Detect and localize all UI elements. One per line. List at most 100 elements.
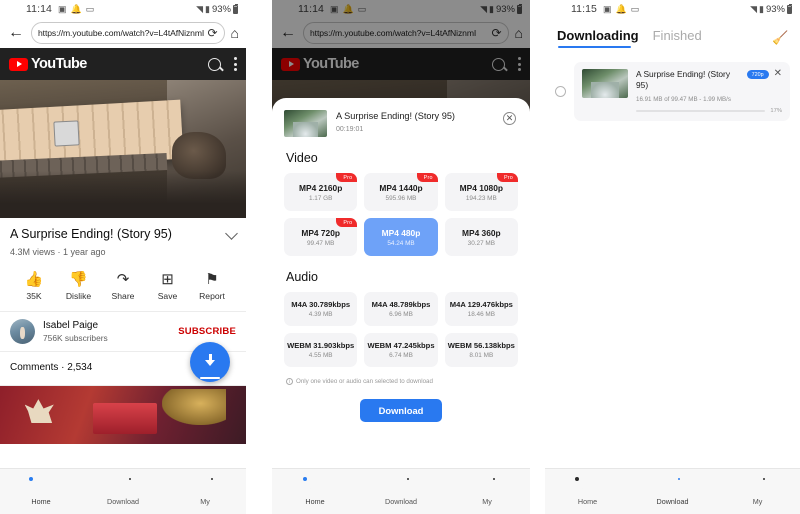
selection-note: i Only one video or audio can selected t…	[286, 378, 518, 385]
download-info: A Surprise Ending! (Story 95) 720p ✕ 16.…	[636, 69, 782, 114]
like-button[interactable]: 👍 35K	[14, 270, 54, 302]
thumbs-down-icon: 👎	[69, 270, 88, 288]
channel-name: Isabel Paige	[43, 320, 99, 331]
bottom-nav-bar: Home Download My	[272, 468, 530, 514]
subscribe-button[interactable]: SUBSCRIBE	[178, 326, 236, 337]
video-stats: 4.3M views · 1 year ago	[10, 247, 106, 257]
download-title: A Surprise Ending! (Story 95)	[636, 69, 731, 90]
save-button[interactable]: ⊞ Save	[148, 270, 188, 302]
signal-icon: ▮	[205, 3, 210, 14]
dislike-label: Dislike	[65, 291, 92, 301]
status-bar: 11:14 ▣ 🔔 ▭ ◥ ▮ 93%	[0, 0, 246, 18]
nav-label-my: My	[752, 497, 763, 506]
channel-info: Isabel Paige 756K subscribers	[43, 320, 108, 343]
audio-option[interactable]: WEBM 56.138kbps 8.01 MB	[444, 333, 518, 367]
status-left-icons: ▣ 🔔 ▭	[603, 3, 640, 14]
share-button[interactable]: ↷ Share	[103, 270, 143, 302]
message-icon: ▭	[85, 3, 95, 14]
video-option[interactable]: Pro MP4 1440p 595.96 MB	[364, 173, 438, 211]
option-size: 8.01 MB	[469, 352, 494, 359]
video-option-selected[interactable]: MP4 480p 54.24 MB	[364, 218, 438, 256]
video-options-grid: Pro MP4 2160p 1.17 GB Pro MP4 1440p 595.…	[284, 173, 518, 256]
profile-icon	[749, 477, 766, 494]
image-icon: ▣	[58, 3, 67, 14]
share-label: Share	[111, 291, 135, 301]
tab-finished[interactable]: Finished	[653, 28, 702, 48]
nav-item-my[interactable]: My	[175, 477, 235, 506]
note-text: Only one video or audio can selected to …	[296, 378, 433, 385]
video-option[interactable]: Pro MP4 2160p 1.17 GB	[284, 173, 358, 211]
report-button[interactable]: ⚑ Report	[192, 270, 232, 302]
search-icon[interactable]	[208, 57, 221, 71]
select-radio[interactable]	[555, 85, 566, 97]
option-size: 194.23 MB	[465, 194, 497, 202]
message-icon: ▭	[630, 3, 640, 14]
option-size: 1.17 GB	[308, 194, 333, 202]
close-icon[interactable]: ✕	[503, 112, 516, 125]
option-name: WEBM 47.245kbps	[367, 341, 435, 350]
sheet-video-title: A Surprise Ending! (Story 95)	[336, 111, 455, 121]
more-options-icon[interactable]	[234, 57, 237, 71]
dislike-button[interactable]: 👎 Dislike	[59, 270, 99, 302]
video-player[interactable]	[0, 80, 246, 218]
reload-icon[interactable]: ⟳	[207, 27, 217, 39]
related-video-thumbnail[interactable]	[0, 386, 246, 444]
video-actions-row: 👍 35K 👎 Dislike ↷ Share ⊞ Save ⚑ Report	[0, 261, 246, 312]
video-option[interactable]: Pro MP4 720p 99.47 MB	[284, 218, 358, 256]
download-bar-icon	[200, 376, 220, 379]
download-fab[interactable]	[190, 342, 230, 382]
download-arrow-icon	[203, 353, 218, 371]
sheet-video-duration: 00:19:01	[336, 126, 364, 134]
share-icon: ↷	[116, 270, 130, 288]
video-option[interactable]: MP4 360p 30.27 MB	[444, 218, 518, 256]
audio-option[interactable]: M4A 48.789kbps 6.96 MB	[364, 292, 438, 326]
tab-downloading[interactable]: Downloading	[557, 28, 639, 48]
back-icon[interactable]: ←	[7, 25, 25, 41]
nav-item-download[interactable]: Download	[93, 477, 153, 506]
video-option[interactable]: Pro MP4 1080p 194.23 MB	[444, 173, 518, 211]
url-input[interactable]: https://m.youtube.com/watch?v=L4tAfNiznm…	[31, 22, 225, 44]
nav-item-home[interactable]: Home	[285, 477, 345, 506]
channel-subscribers: 756K subscribers	[43, 333, 108, 343]
close-icon[interactable]: ✕	[774, 69, 782, 79]
home-icon	[307, 477, 324, 494]
audio-option[interactable]: M4A 129.476kbps 18.46 MB	[444, 292, 518, 326]
status-right-icons: ◥ ▮ 93%	[196, 3, 238, 15]
nav-label-download: Download	[385, 497, 417, 506]
save-label: Save	[157, 291, 178, 301]
nav-item-download[interactable]: Download	[643, 477, 703, 506]
youtube-logo[interactable]: YouTube	[9, 56, 87, 72]
chevron-down-icon[interactable]	[225, 227, 238, 240]
audio-option[interactable]: WEBM 31.903kbps 4.55 MB	[284, 333, 358, 367]
like-count: 35K	[26, 291, 42, 301]
downloads-header: Downloading Finished 🧹	[545, 18, 800, 54]
nav-item-my[interactable]: My	[728, 477, 788, 506]
status-time: 11:14	[26, 3, 52, 15]
youtube-brand: YouTube	[31, 56, 87, 72]
video-shadow	[0, 171, 246, 218]
option-size: 99.47 MB	[306, 239, 335, 247]
option-size: 30.27 MB	[467, 239, 495, 247]
video-title-row[interactable]: A Surprise Ending! (Story 95)	[10, 227, 238, 242]
download-card[interactable]: A Surprise Ending! (Story 95) 720p ✕ 16.…	[574, 62, 790, 121]
nav-item-home[interactable]: Home	[558, 477, 618, 506]
home-icon[interactable]: ⌂	[231, 26, 239, 40]
audio-option[interactable]: WEBM 47.245kbps 6.74 MB	[364, 333, 438, 367]
nav-item-home[interactable]: Home	[11, 477, 71, 506]
download-button[interactable]: Download	[360, 399, 442, 422]
download-icon	[393, 477, 410, 494]
clear-icon[interactable]: 🧹	[772, 30, 788, 46]
avatar	[10, 319, 35, 344]
download-stats: 16.91 MB of 99.47 MB - 1.99 MB/s	[636, 95, 731, 103]
nav-label-home: Home	[577, 497, 598, 506]
bottom-nav-bar: Home Download My	[545, 468, 800, 514]
nav-item-download[interactable]: Download	[371, 477, 431, 506]
audio-option[interactable]: M4A 30.789kbps 4.39 MB	[284, 292, 358, 326]
option-name: MP4 480p	[381, 227, 421, 238]
status-left-icons: ▣ 🔔 ▭	[58, 3, 95, 14]
nav-item-my[interactable]: My	[457, 477, 517, 506]
quality-badge: 720p	[746, 70, 769, 79]
youtube-play-icon	[9, 57, 28, 71]
option-size: 6.96 MB	[389, 311, 413, 318]
download-options-sheet: A Surprise Ending! (Story 95) 00:19:01 ✕…	[272, 98, 530, 514]
